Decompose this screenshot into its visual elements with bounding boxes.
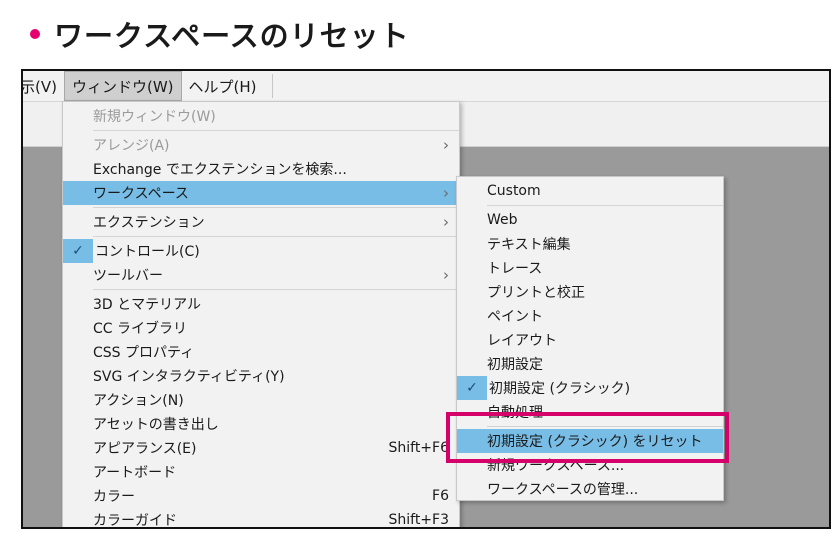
- submenu-item-tracing[interactable]: トレース: [457, 256, 723, 280]
- shortcut-label: F6: [432, 488, 449, 504]
- chevron-right-icon: ›: [443, 136, 449, 154]
- bullet-icon: [30, 29, 40, 39]
- menu-item-arrange[interactable]: アレンジ(A) ›: [63, 133, 459, 157]
- submenu-item-type[interactable]: テキスト編集: [457, 232, 723, 256]
- menu-item-svg-interactivity[interactable]: SVG インタラクティビティ(Y): [63, 364, 459, 388]
- shortcut-label: Shift+F3: [388, 512, 449, 528]
- submenu-item-printing-proofing[interactable]: プリントと校正: [457, 280, 723, 304]
- submenu-item-essentials-classic[interactable]: ✓ 初期設定 (クラシック): [457, 376, 723, 400]
- menu-help[interactable]: ヘルプ(H): [182, 71, 264, 101]
- checkmark-icon: ✓: [63, 239, 93, 263]
- menu-item-exchange[interactable]: Exchange でエクステンションを検索...: [63, 157, 459, 181]
- menu-separator: [93, 289, 459, 290]
- menu-item-actions[interactable]: アクション(N): [63, 388, 459, 412]
- submenu-item-painting[interactable]: ペイント: [457, 304, 723, 328]
- menu-item-css-properties[interactable]: CSS プロパティ: [63, 340, 459, 364]
- menu-item-asset-export[interactable]: アセットの書き出し: [63, 412, 459, 436]
- submenu-item-manage-workspaces[interactable]: ワークスペースの管理...: [457, 477, 723, 501]
- menu-item-3d-materials[interactable]: 3D とマテリアル: [63, 292, 459, 316]
- menu-item-control[interactable]: ✓ コントロール(C): [63, 239, 459, 263]
- menu-item-color-guide[interactable]: カラーガイド Shift+F3: [63, 508, 459, 528]
- menu-bar-divider: [271, 74, 273, 98]
- menu-item-extensions[interactable]: エクステンション ›: [63, 210, 459, 234]
- page-heading: ワークスペースのリセット: [30, 12, 410, 56]
- menu-view[interactable]: 示(V): [23, 71, 64, 101]
- menu-item-artboards[interactable]: アートボード: [63, 460, 459, 484]
- menu-window[interactable]: ウィンドウ(W): [63, 71, 182, 101]
- window-menu: 新規ウィンドウ(W) アレンジ(A) › Exchange でエクステンションを…: [62, 101, 460, 528]
- menu-item-workspace[interactable]: ワークスペース ›: [63, 181, 459, 205]
- menu-separator: [93, 236, 459, 237]
- menu-separator: [93, 130, 459, 131]
- menu-bar: 示(V) ウィンドウ(W) ヘルプ(H): [23, 71, 829, 102]
- heading-text: ワークスペースのリセット: [54, 19, 410, 53]
- submenu-item-web[interactable]: Web: [457, 208, 723, 232]
- callout-highlight-box: [446, 412, 729, 463]
- menu-item-cc-libraries[interactable]: CC ライブラリ: [63, 316, 459, 340]
- menu-separator: [93, 207, 459, 208]
- menu-item-color[interactable]: カラー F6: [63, 484, 459, 508]
- menu-separator: [487, 205, 723, 206]
- submenu-item-essentials[interactable]: 初期設定: [457, 352, 723, 376]
- submenu-item-layout[interactable]: レイアウト: [457, 328, 723, 352]
- menu-item-new-window[interactable]: 新規ウィンドウ(W): [63, 104, 459, 128]
- menu-item-appearance[interactable]: アピアランス(E) Shift+F6: [63, 436, 459, 460]
- menu-item-toolbar[interactable]: ツールバー ›: [63, 263, 459, 287]
- checkmark-icon: ✓: [457, 376, 487, 400]
- submenu-item-custom[interactable]: Custom: [457, 179, 723, 203]
- app-screenshot: 示(V) ウィンドウ(W) ヘルプ(H) 新規ウィンドウ(W) アレンジ(A) …: [21, 69, 831, 529]
